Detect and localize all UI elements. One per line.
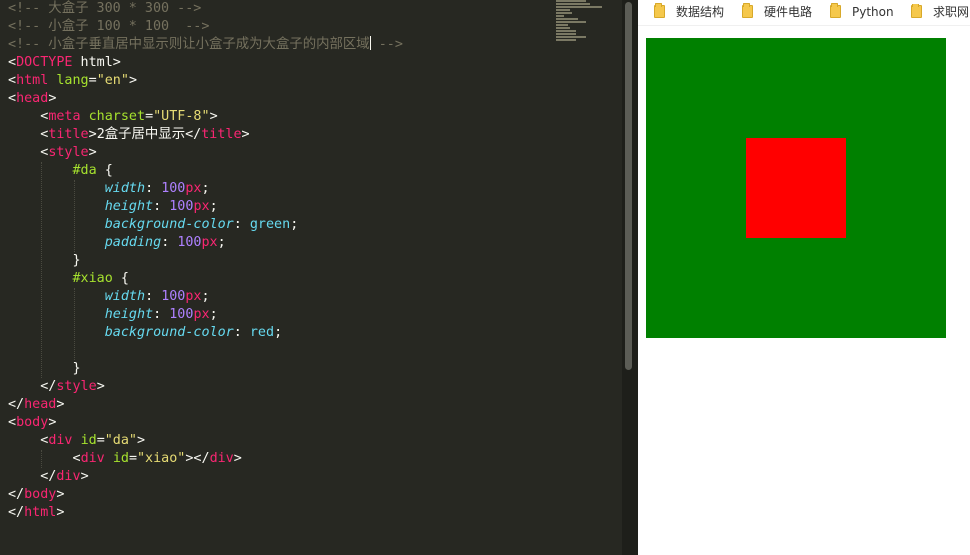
bookmark-folder-hardware-circuits[interactable]: 硬件电路 — [742, 3, 822, 20]
code-line: background-color: green; — [104, 217, 299, 232]
code-line: <style> — [40, 145, 97, 160]
code-line: </html> — [8, 505, 65, 520]
code-line: <body> — [8, 415, 57, 430]
code-line: } — [72, 253, 81, 268]
code-line: } — [72, 361, 81, 376]
code-line: height: 100px; — [104, 307, 218, 322]
code-line: </style> — [40, 379, 105, 394]
code-line: width: 100px; — [104, 181, 210, 196]
code-line: padding: 100px; — [104, 235, 226, 250]
code-line: </div> — [40, 469, 89, 484]
folder-icon — [742, 3, 753, 18]
code-line: #xiao { — [72, 271, 129, 286]
code-line: <!-- 小盒子垂直居中显示则让小盒子成为大盒子的内部区域 --> — [8, 36, 403, 52]
folder-icon — [654, 3, 665, 18]
code-line: </body> — [8, 487, 65, 502]
outer-green-box — [646, 38, 946, 338]
bookmark-folder-data-structures[interactable]: 数据结构 — [654, 3, 734, 20]
code-line: <div id="da"> — [40, 433, 146, 448]
editor-scrollbar-thumb[interactable] — [625, 2, 632, 370]
code-line: <!-- 大盒子 300 * 300 --> — [8, 1, 202, 16]
bookmarks-bar: 数据结构 硬件电路 Python 求职网 — [638, 0, 970, 26]
folder-icon — [911, 4, 922, 18]
code-line: height: 100px; — [104, 199, 218, 214]
code-line: <html lang="en"> — [8, 73, 137, 88]
code-line: <DOCTYPE html> — [8, 55, 121, 70]
code-line: <title>2盒子居中显示</title> — [40, 127, 250, 142]
page-viewport — [638, 27, 970, 555]
bookmark-folder-job-sites[interactable]: 求职网 — [911, 4, 970, 20]
code-line: <head> — [8, 91, 57, 106]
code-line: width: 100px; — [104, 289, 210, 304]
code-text[interactable]: <!-- 大盒子 300 * 300 --> <!-- 小盒子 100 * 10… — [8, 0, 403, 522]
folder-icon — [830, 3, 841, 18]
inner-red-box — [746, 138, 846, 238]
bookmark-folder-python[interactable]: Python — [830, 3, 902, 20]
code-editor[interactable]: <!-- 大盒子 300 * 300 --> <!-- 小盒子 100 * 10… — [0, 0, 622, 555]
code-line: <div id="xiao"></div> — [72, 451, 242, 466]
code-line: #da { — [72, 163, 113, 178]
browser-pane: 数据结构 硬件电路 Python 求职网 — [638, 0, 970, 555]
code-minimap[interactable] — [556, 0, 608, 60]
code-line: <!-- 小盒子 100 * 100 --> — [8, 19, 210, 34]
code-line: background-color: red; — [104, 325, 283, 340]
code-line: </head> — [8, 397, 65, 412]
code-line: <meta charset="UTF-8"> — [40, 109, 218, 124]
